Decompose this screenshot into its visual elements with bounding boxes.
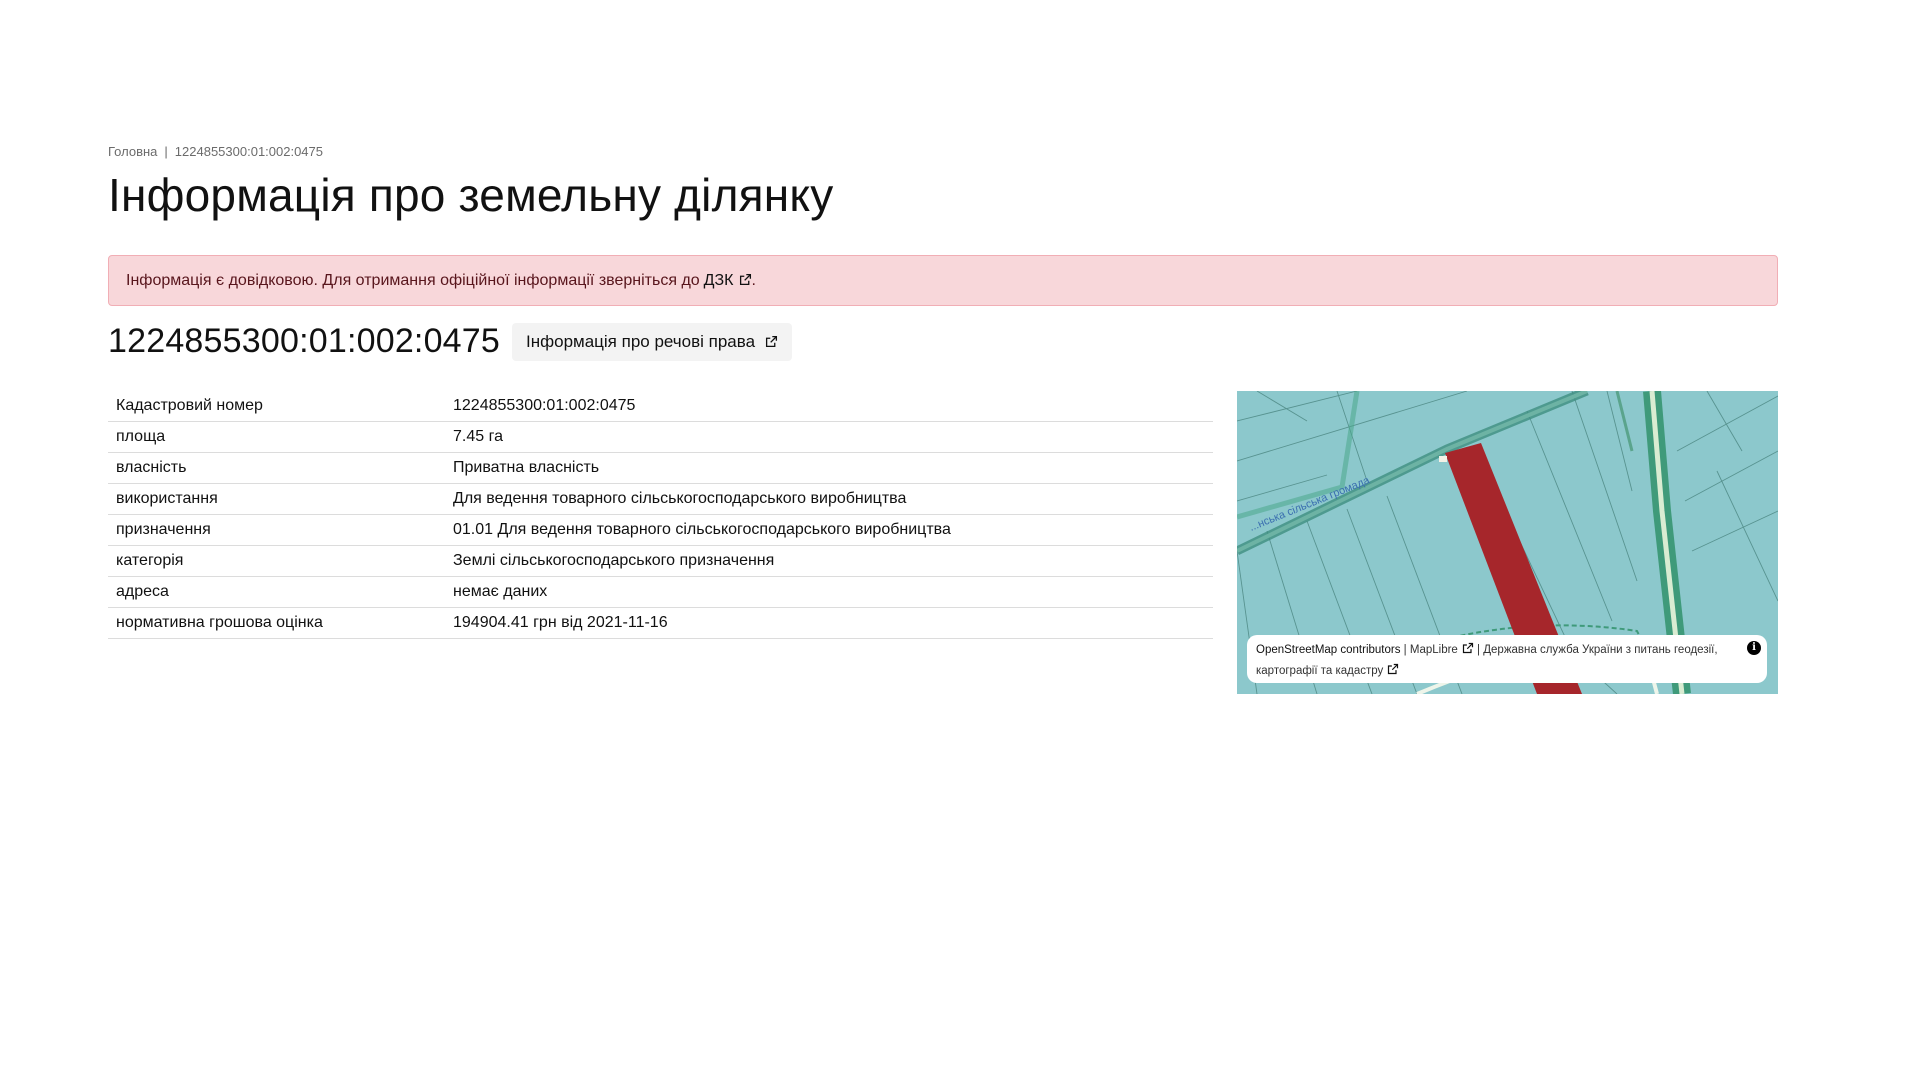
detail-value: Землі сільськогосподарського призначення: [445, 545, 1213, 577]
breadcrumb-separator: |: [164, 144, 168, 159]
table-row: адреса немає даних: [108, 576, 1213, 608]
dzk-link-label: ДЗК: [703, 271, 734, 289]
detail-key: нормативна грошова оцінка: [108, 607, 445, 639]
external-link-icon: [765, 335, 778, 348]
detail-key: площа: [108, 421, 445, 453]
breadcrumb-home-link[interactable]: Головна: [108, 144, 157, 159]
parcel-header: 1224855300:01:002:0475 Інформація про ре…: [108, 322, 793, 361]
maplibre-link[interactable]: MapLibre: [1410, 644, 1458, 656]
detail-value: 1224855300:01:002:0475: [445, 391, 1213, 422]
table-row: Кадастровий номер 1224855300:01:002:0475: [108, 391, 1213, 422]
table-row: категорія Землі сільськогосподарського пр…: [108, 545, 1213, 577]
detail-key: призначення: [108, 514, 445, 546]
table-row: використання Для ведення товарного сільсь…: [108, 483, 1213, 515]
info-alert: Інформація є довідковою. Для отримання о…: [108, 255, 1778, 306]
external-link-icon: [1387, 663, 1399, 675]
detail-key: адреса: [108, 576, 445, 608]
table-row: власність Приватна власність: [108, 452, 1213, 484]
detail-value: 01.01 Для ведення товарного сільськогосп…: [445, 514, 1213, 546]
parcel-number: 1224855300:01:002:0475: [108, 322, 501, 360]
breadcrumb: Головна | 1224855300:01:002:0475: [108, 144, 323, 159]
detail-key: використання: [108, 483, 445, 515]
attribution-separator: |: [1403, 644, 1407, 656]
alert-suffix: .: [751, 271, 756, 289]
attribution-separator: |: [1477, 644, 1481, 656]
detail-key: власність: [108, 452, 445, 484]
property-rights-label: Інформація про речові права: [526, 331, 756, 351]
breadcrumb-current: 1224855300:01:002:0475: [174, 144, 324, 159]
alert-text: Інформація є довідковою. Для отримання о…: [126, 271, 700, 289]
parcel-details-table: Кадастровий номер 1224855300:01:002:0475 п…: [108, 391, 1213, 639]
detail-key: категорія: [108, 545, 445, 577]
detail-value: Для ведення товарного сільськогосподарсь…: [445, 483, 1213, 515]
detail-value: 7.45 га: [445, 421, 1213, 453]
detail-value: немає даних: [445, 576, 1213, 608]
dzk-link[interactable]: ДЗК: [704, 272, 752, 290]
parcel-map[interactable]: ...нська сільська громада OpenStreetMap …: [1237, 391, 1778, 694]
page-title: Інформація про земельну ділянку: [108, 169, 834, 221]
table-row: нормативна грошова оцінка 194904.41 грн в…: [108, 607, 1213, 639]
detail-value: 194904.41 грн від 2021-11-16: [445, 607, 1213, 639]
detail-value: Приватна власність: [445, 452, 1213, 484]
map-attribution: OpenStreetMap contributors | MapLibre | …: [1247, 635, 1767, 683]
external-link-icon: [739, 273, 752, 286]
external-link-icon: [1462, 642, 1474, 654]
property-rights-button[interactable]: Інформація про речові права: [512, 322, 793, 361]
table-row: призначення 01.01 Для ведення товарного с…: [108, 514, 1213, 546]
osm-link[interactable]: OpenStreetMap contributors: [1256, 644, 1400, 656]
attribution-info-icon[interactable]: i: [1747, 641, 1761, 655]
table-row: площа 7.45 га: [108, 421, 1213, 453]
detail-key: Кадастровий номер: [108, 391, 445, 422]
